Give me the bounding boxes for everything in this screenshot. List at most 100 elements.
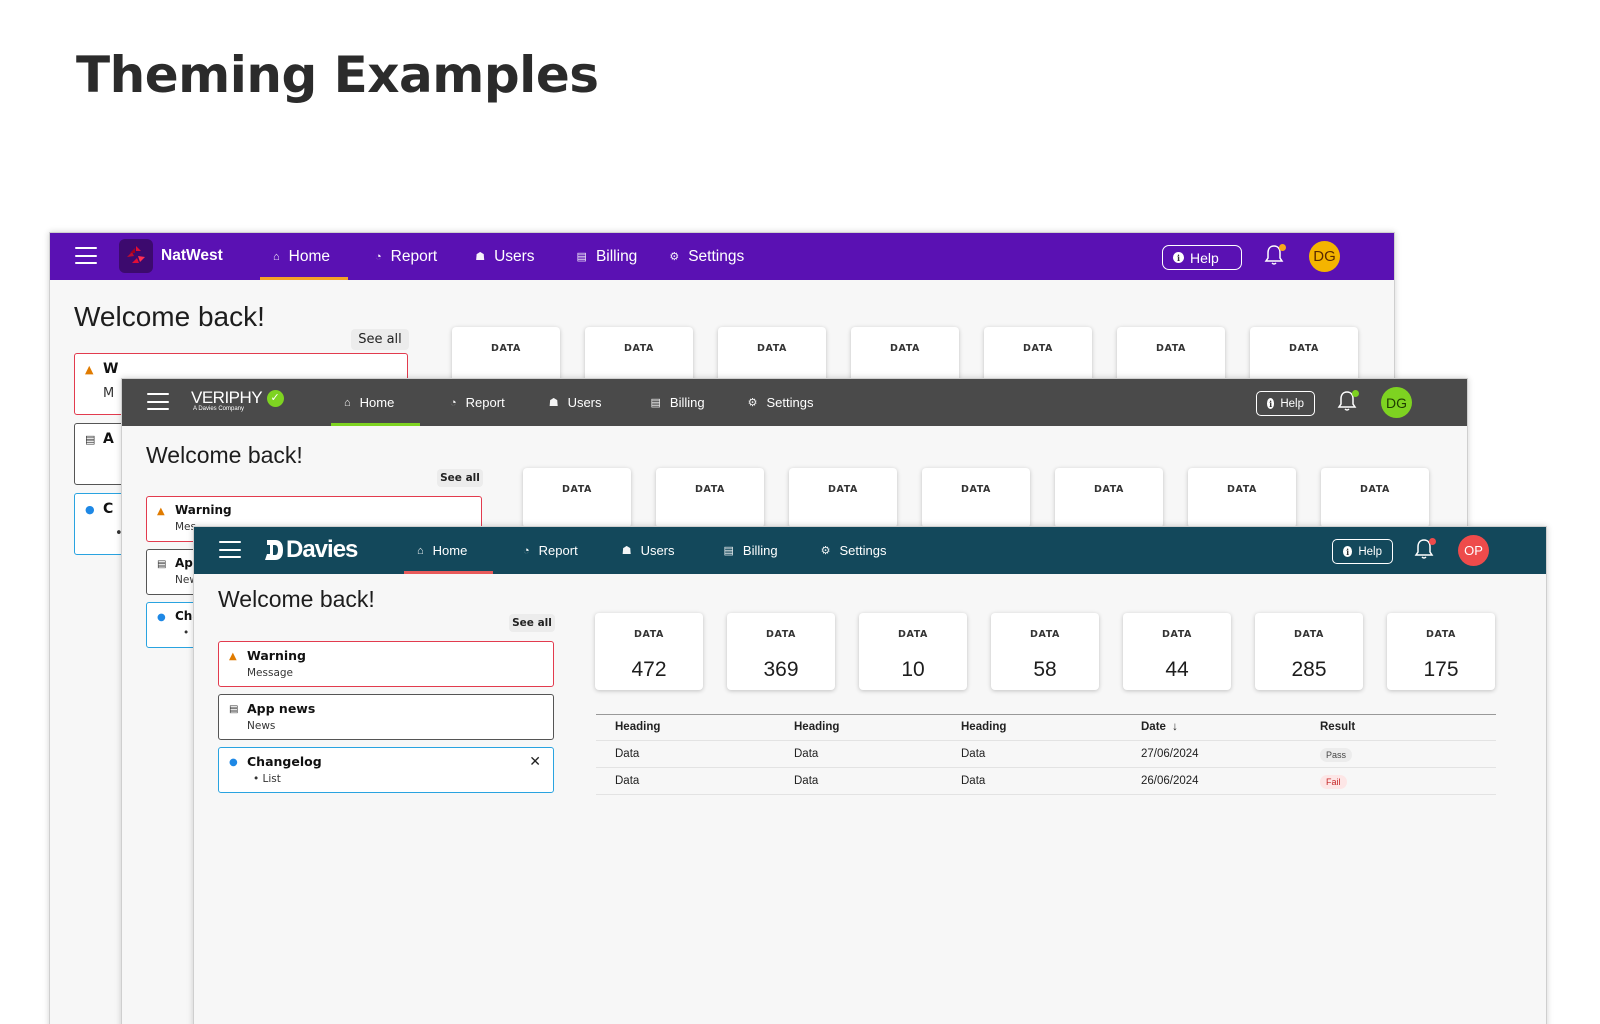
report-icon: ◔ [450,396,457,409]
status-badge-pass: Pass [1320,748,1353,762]
info-icon: i [1173,252,1184,263]
menu-icon[interactable] [147,393,169,410]
table-row[interactable]: Data Data Data 27/06/2024 Pass [596,741,1496,768]
see-all-button[interactable]: See all [351,329,409,350]
warning-icon: ▲ [85,363,94,376]
nav-billing[interactable]: ▤ Billing [564,233,651,280]
veriphy-topbar: VERIPHY ✓ A Davies Company ⌂ Home ◔ Report… [122,379,1467,426]
nav-billing[interactable]: ▤ Billing [638,379,718,426]
main-nav: ⌂ Home ◔ Report ☗ Users ▤ Billing ⚙ Settings [404,527,899,574]
veriphy-logo: VERIPHY ✓ A Davies Company [191,388,284,412]
nav-settings[interactable]: ⚙ Settings [656,233,757,280]
status-badge-fail: Fail [1320,775,1347,789]
davies-logo: Davies [263,536,358,564]
results-table: Heading Heading Heading Date ↓ Result Da… [596,714,1496,804]
data-card: DATA 285 [1255,613,1363,690]
data-card: DATA 10 [859,613,967,690]
news-icon: ▤ [157,559,167,570]
nav-home[interactable]: ⌂ Home [260,233,348,280]
notification-dot [1352,390,1359,397]
column-header[interactable]: Heading [961,721,1006,733]
help-button[interactable]: i Help [1256,391,1315,416]
warning-icon: ▲ [229,651,237,662]
settings-icon: ⚙ [820,545,831,557]
settings-icon: ⚙ [747,397,758,409]
welcome-heading: Welcome back! [74,301,265,332]
see-all-button[interactable]: See all [509,614,555,632]
billing-icon: ▤ [576,251,587,263]
home-icon: ⌂ [273,250,280,263]
nav-billing[interactable]: ▤ Billing [711,527,791,574]
column-header-date[interactable]: Date ↓ [1141,721,1178,733]
users-icon: ☗ [548,397,559,409]
nav-report[interactable]: ◔ Report [362,233,450,280]
brand-subtitle: A Davies Company [193,406,245,412]
davies-theme-window: Davies ⌂ Home ◔ Report ☗ Users ▤ Billing ⚙ Se… [193,526,1547,1024]
brand-name: Davies [286,536,358,563]
menu-icon[interactable] [219,541,241,558]
news-icon: ▤ [85,433,96,446]
notification-dot [1429,538,1436,545]
warning-icon: ▲ [157,506,165,517]
avatar[interactable]: OP [1458,535,1489,566]
nav-report[interactable]: ◔ Report [437,379,518,426]
info-icon: i [1267,398,1275,409]
natwest-logo [119,239,153,273]
nav-settings[interactable]: ⚙ Settings [808,527,900,574]
users-icon: ☗ [475,251,486,263]
data-card: DATA 369 [727,613,835,690]
canvas: Theming Examples NatWest ⌂ Home ◔ Report ☗… [0,0,1600,1024]
column-header[interactable]: Heading [615,721,660,733]
info-icon: ● [157,612,166,623]
nav-users[interactable]: ☗ Users [609,527,688,574]
nav-users[interactable]: ☗ Users [536,379,615,426]
notifications-bell-icon[interactable] [1264,244,1286,268]
welcome-heading: Welcome back! [146,442,303,468]
news-notice: ▤ App news News [218,694,554,740]
brand-name: VERIPHY [191,388,263,407]
news-icon: ▤ [229,704,239,715]
data-card: DATA [1188,468,1296,528]
settings-icon: ⚙ [669,251,680,263]
notifications-bell-icon[interactable] [1414,538,1436,562]
users-icon: ☗ [621,545,632,557]
nav-settings[interactable]: ⚙ Settings [735,379,827,426]
data-card: DATA [922,468,1030,528]
changelog-notice: ● Changelog • List ✕ [218,747,554,793]
info-icon: i [1343,546,1353,557]
davies-topbar: Davies ⌂ Home ◔ Report ☗ Users ▤ Billing ⚙ Se… [194,527,1546,574]
nav-report[interactable]: ◔ Report [510,527,591,574]
brand-name: NatWest [161,247,223,264]
natwest-topbar: NatWest ⌂ Home ◔ Report ☗ Users ▤ Billing ⚙ S… [50,233,1394,280]
table-header-row: Heading Heading Heading Date ↓ Result [596,714,1496,741]
help-button[interactable]: i Help [1332,539,1393,564]
table-row[interactable]: Data Data Data 26/06/2024 Fail [596,768,1496,795]
avatar[interactable]: DG [1309,241,1340,272]
notification-dot [1279,244,1286,251]
check-icon: ✓ [266,390,284,407]
main-nav: ⌂ Home ◔ Report ☗ Users ▤ Billing ⚙ Settings [331,379,826,426]
billing-icon: ▤ [723,545,734,557]
report-icon: ◔ [375,250,382,263]
billing-icon: ▤ [650,397,661,409]
warning-notice: ▲ Warning Message [218,641,554,687]
data-card: DATA 472 [595,613,703,690]
nav-home[interactable]: ⌂ Home [404,527,493,574]
data-card: DATA 58 [991,613,1099,690]
nav-home[interactable]: ⌂ Home [331,379,420,426]
column-header[interactable]: Heading [794,721,839,733]
data-card: DATA [1321,468,1429,528]
welcome-heading: Welcome back! [218,586,375,612]
natwest-logo-icon [127,246,145,263]
menu-icon[interactable] [75,247,97,264]
nav-users[interactable]: ☗ Users [462,233,547,280]
close-icon[interactable]: ✕ [529,754,541,770]
avatar[interactable]: DG [1381,387,1412,418]
column-header[interactable]: Result [1320,721,1355,733]
help-button[interactable]: i Help [1162,245,1242,270]
davies-logo-icon [265,540,283,560]
notifications-bell-icon[interactable] [1337,390,1359,414]
data-card: DATA [656,468,764,528]
see-all-button[interactable]: See all [437,469,483,487]
report-icon: ◔ [523,544,530,557]
